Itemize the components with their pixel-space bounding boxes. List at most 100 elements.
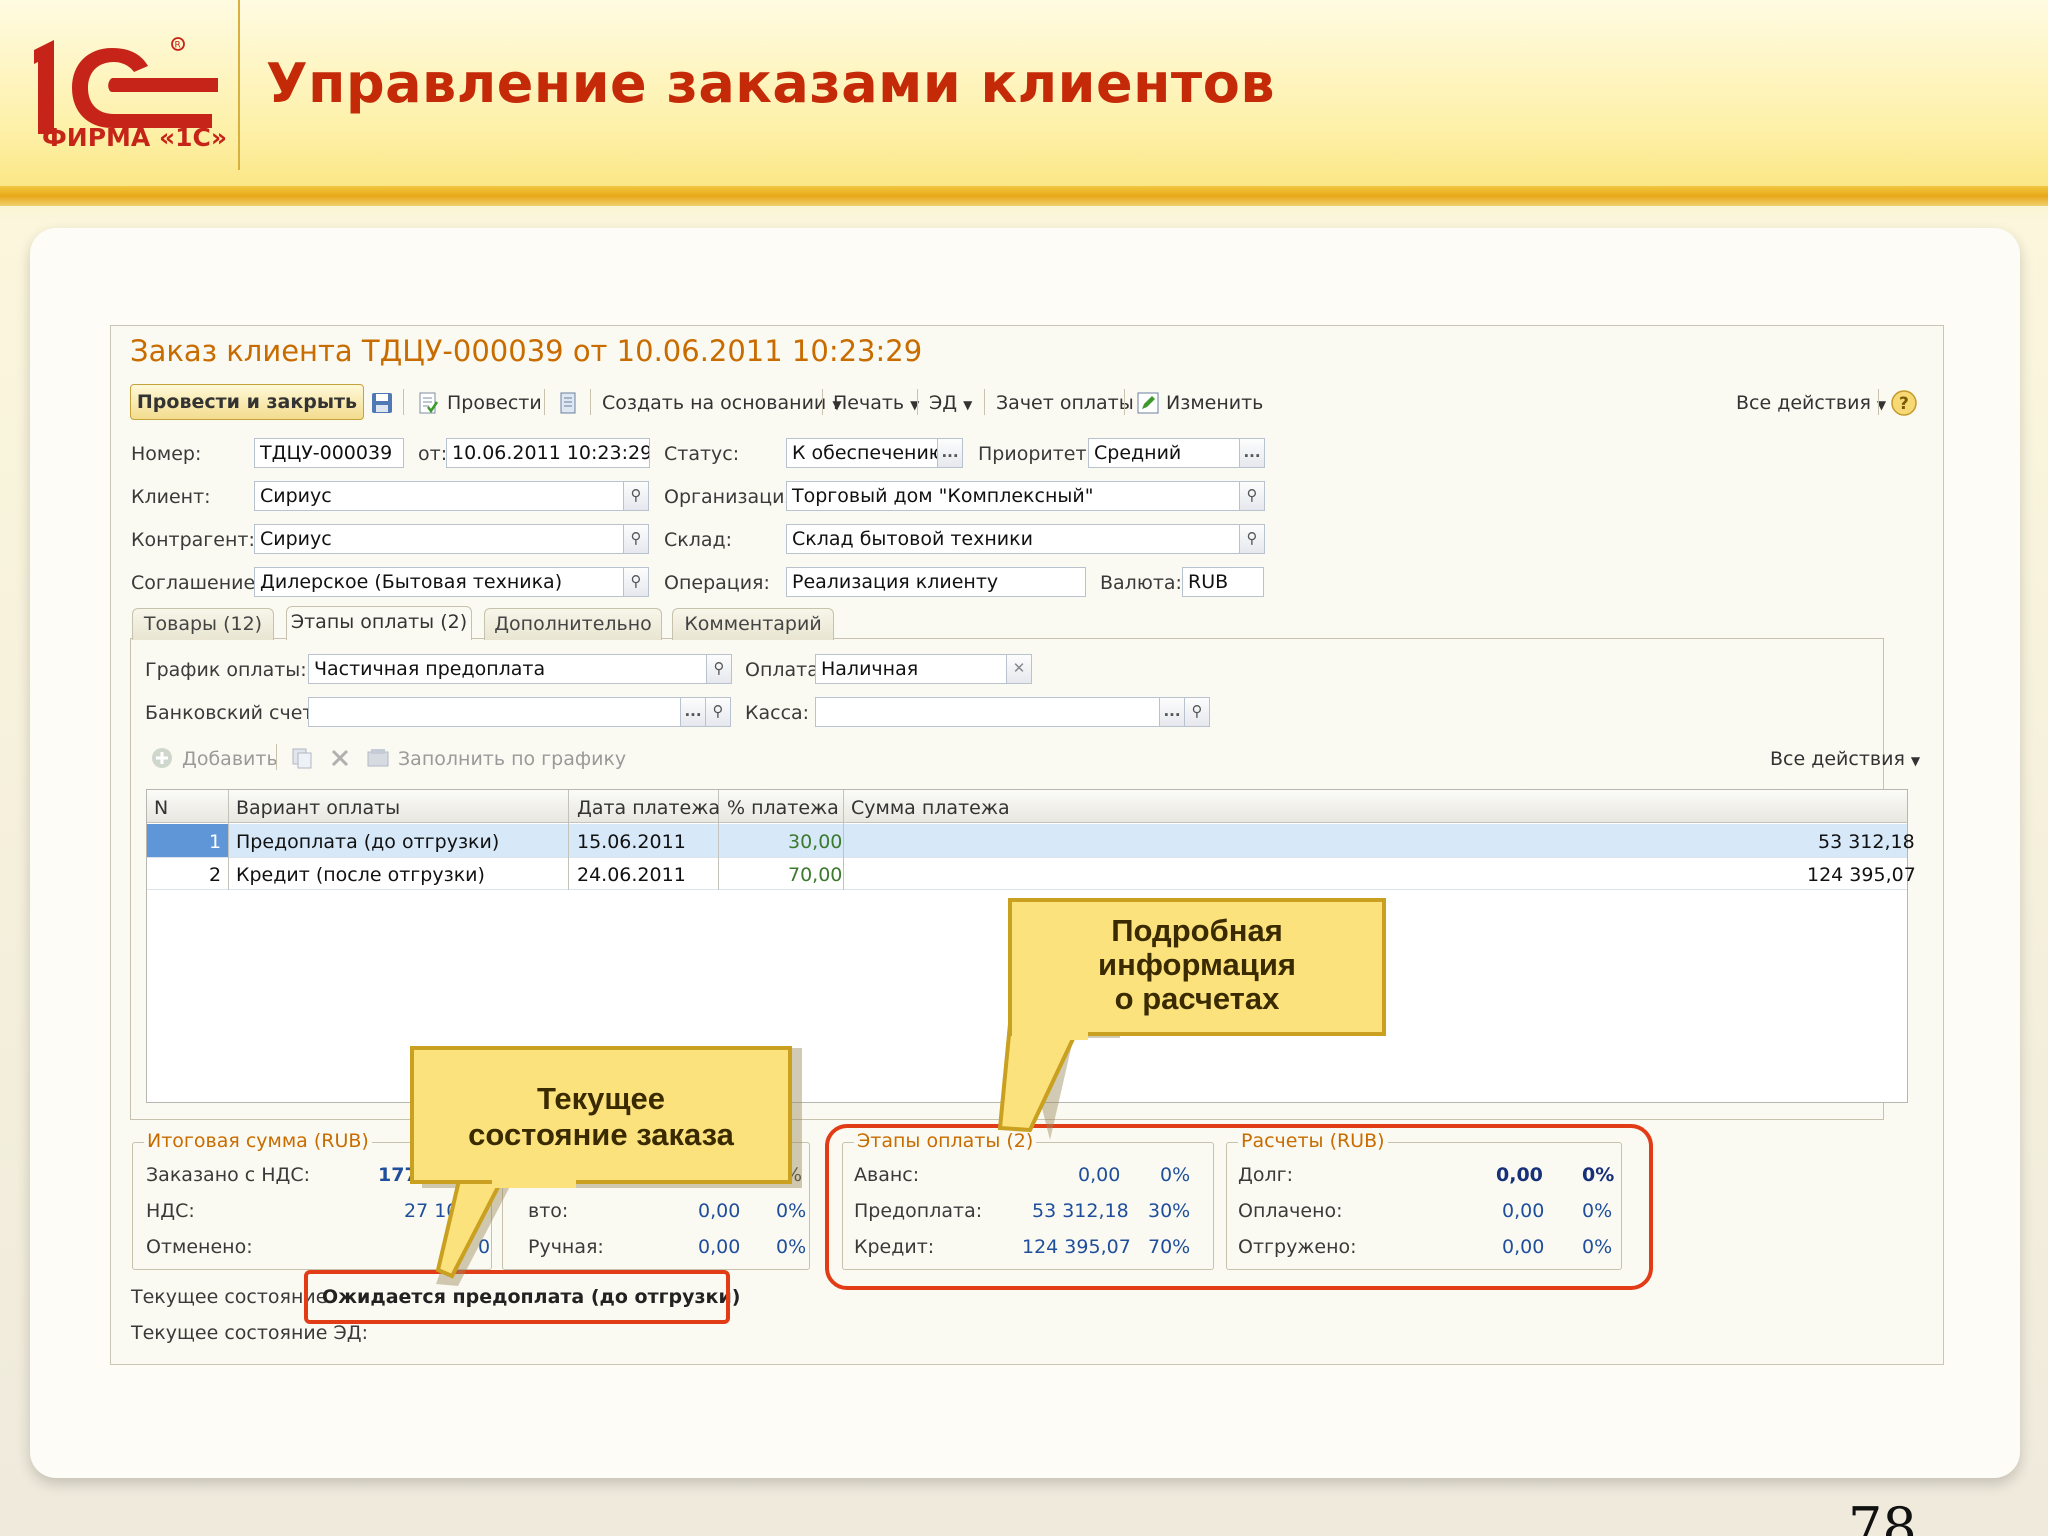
post-and-close-button[interactable]: Провести и закрыть xyxy=(130,384,364,420)
svg-text:R: R xyxy=(175,41,181,51)
current-state-label: Текущее состояние xyxy=(131,1286,328,1308)
payment-form-field[interactable]: Наличная xyxy=(815,654,1007,684)
column-divider xyxy=(843,790,844,890)
agreement-field[interactable]: Дилерское (Бытовая техника) xyxy=(254,567,624,597)
toolbar-separator xyxy=(1878,389,1879,415)
cell-sum: 53 312,18 xyxy=(1818,831,1915,853)
status-label: Статус: xyxy=(664,443,740,465)
tab-payment-stages[interactable]: Этапы оплаты (2) xyxy=(286,606,472,640)
column-header-sum[interactable]: Сумма платежа xyxy=(851,797,1010,819)
client-search-icon[interactable]: ⚲ xyxy=(623,481,649,511)
detail-callout-line3: о расчетах xyxy=(1114,981,1280,1016)
ed-menu[interactable]: ЭД ▼ xyxy=(929,392,972,414)
callout-joint xyxy=(492,1170,576,1188)
toolbar-separator xyxy=(590,389,591,415)
help-icon[interactable]: ? xyxy=(1890,389,1918,417)
warehouse-label: Склад: xyxy=(664,529,733,551)
warehouse-field[interactable]: Склад бытовой техники xyxy=(786,524,1240,554)
tab-goods[interactable]: Товары (12) xyxy=(132,608,274,640)
all-actions-menu[interactable]: Все действия ▼ xyxy=(1736,392,1886,414)
client-field[interactable]: Сириус xyxy=(254,481,624,511)
print-menu[interactable]: Печать ▼ xyxy=(833,392,919,414)
toolbar-separator xyxy=(822,389,823,415)
priority-field[interactable]: Средний xyxy=(1088,438,1240,468)
status-field[interactable]: К обеспечению xyxy=(786,438,938,468)
print-label: Печать xyxy=(833,392,905,414)
payment-schedule-label: График оплаты: xyxy=(145,659,307,681)
column-divider xyxy=(228,790,229,890)
copy-icon[interactable] xyxy=(290,746,314,770)
ordered-label: Заказано с НДС: xyxy=(146,1164,311,1186)
report-icon[interactable] xyxy=(556,391,580,415)
add-row-button[interactable]: Добавить xyxy=(182,748,278,770)
delete-icon[interactable] xyxy=(328,746,352,770)
table-header xyxy=(147,790,1907,823)
header-divider xyxy=(0,186,2048,206)
grid-all-actions-label: Все действия xyxy=(1770,748,1905,770)
cell-date: 15.06.2011 xyxy=(577,831,686,853)
number-field[interactable]: ТДЦУ-000039 xyxy=(254,438,404,468)
payment-offset-button[interactable]: Зачет оплаты xyxy=(996,392,1134,414)
create-based-on-menu[interactable]: Создать на основании ▼ xyxy=(602,392,842,414)
contractor-label: Контрагент: xyxy=(131,529,255,551)
cash-select-button[interactable]: ... xyxy=(1159,697,1185,727)
priority-select-button[interactable]: ... xyxy=(1239,438,1265,468)
toolbar-separator xyxy=(544,389,545,415)
column-header-date[interactable]: Дата платежа xyxy=(577,797,720,819)
contractor-search-icon[interactable]: ⚲ xyxy=(623,524,649,554)
organization-search-icon[interactable]: ⚲ xyxy=(1239,481,1265,511)
schedule-search-icon[interactable]: ⚲ xyxy=(706,654,732,684)
operation-label: Операция: xyxy=(664,572,770,594)
cell-percent: 70,00 xyxy=(788,864,843,886)
logo-text: ФИРМА «1С» xyxy=(42,123,227,152)
window-title: Заказ клиента ТДЦУ-000039 от 10.06.2011 … xyxy=(130,334,923,368)
agreement-search-icon[interactable]: ⚲ xyxy=(623,567,649,597)
contractor-field[interactable]: Сириус xyxy=(254,524,624,554)
cell-variant: Предоплата (до отгрузки) xyxy=(236,831,500,853)
header-separator xyxy=(238,0,240,170)
post-button[interactable]: Провести xyxy=(447,392,542,414)
svg-text:?: ? xyxy=(1899,394,1909,414)
edit-pencil-icon xyxy=(1137,392,1159,414)
toolbar-separator xyxy=(1124,389,1125,415)
currency-field[interactable]: RUB xyxy=(1182,567,1264,597)
cell-date: 24.06.2011 xyxy=(577,864,686,886)
warehouse-search-icon[interactable]: ⚲ xyxy=(1239,524,1265,554)
cell-variant: Кредит (после отгрузки) xyxy=(236,864,485,886)
edit-button[interactable]: Изменить xyxy=(1166,392,1263,414)
column-header-percent[interactable]: % платежа xyxy=(727,797,839,819)
clear-icon[interactable]: ✕ xyxy=(1006,654,1032,684)
cell-n: 1 xyxy=(209,831,222,853)
number-label: Номер: xyxy=(131,443,202,465)
page-number: 78 xyxy=(1848,1496,1917,1536)
column-header-n[interactable]: N xyxy=(154,797,168,819)
add-icon xyxy=(152,748,172,768)
organization-field[interactable]: Торговый дом "Комплексный" xyxy=(786,481,1240,511)
toolbar-separator xyxy=(403,389,404,415)
column-header-variant[interactable]: Вариант оплаты xyxy=(236,797,400,819)
status-select-button[interactable]: ... xyxy=(937,438,963,468)
bank-select-button[interactable]: ... xyxy=(680,697,706,727)
bank-search-icon[interactable]: ⚲ xyxy=(705,697,731,727)
date-field[interactable]: 10.06.2011 10:23:29 xyxy=(446,438,650,468)
payment-form-label: Оплата: xyxy=(745,659,826,681)
all-actions-label: Все действия xyxy=(1736,392,1871,414)
cell-percent: 30,00 xyxy=(788,831,843,853)
payment-schedule-field[interactable]: Частичная предоплата xyxy=(308,654,708,684)
bank-account-field[interactable] xyxy=(308,697,682,727)
toolbar-separator xyxy=(984,389,985,415)
date-label: от: xyxy=(418,443,448,465)
grid-all-actions-menu[interactable]: Все действия ▼ xyxy=(1770,748,1920,770)
fill-by-schedule-button[interactable]: Заполнить по графику xyxy=(398,748,626,770)
tab-additional[interactable]: Дополнительно xyxy=(484,608,662,640)
fill-schedule-icon xyxy=(367,749,389,767)
save-icon[interactable] xyxy=(370,391,394,415)
current-ed-state-label: Текущее состояние ЭД: xyxy=(131,1322,368,1344)
detail-callout-line1: Подробная xyxy=(1111,913,1283,948)
operation-field[interactable]: Реализация клиенту xyxy=(786,567,1086,597)
cash-desk-field[interactable] xyxy=(815,697,1161,727)
detail-callout-line2: информация xyxy=(1098,947,1296,982)
tab-comment[interactable]: Комментарий xyxy=(672,608,834,640)
cash-search-icon[interactable]: ⚲ xyxy=(1184,697,1210,727)
callout-joint xyxy=(1012,1020,1088,1040)
